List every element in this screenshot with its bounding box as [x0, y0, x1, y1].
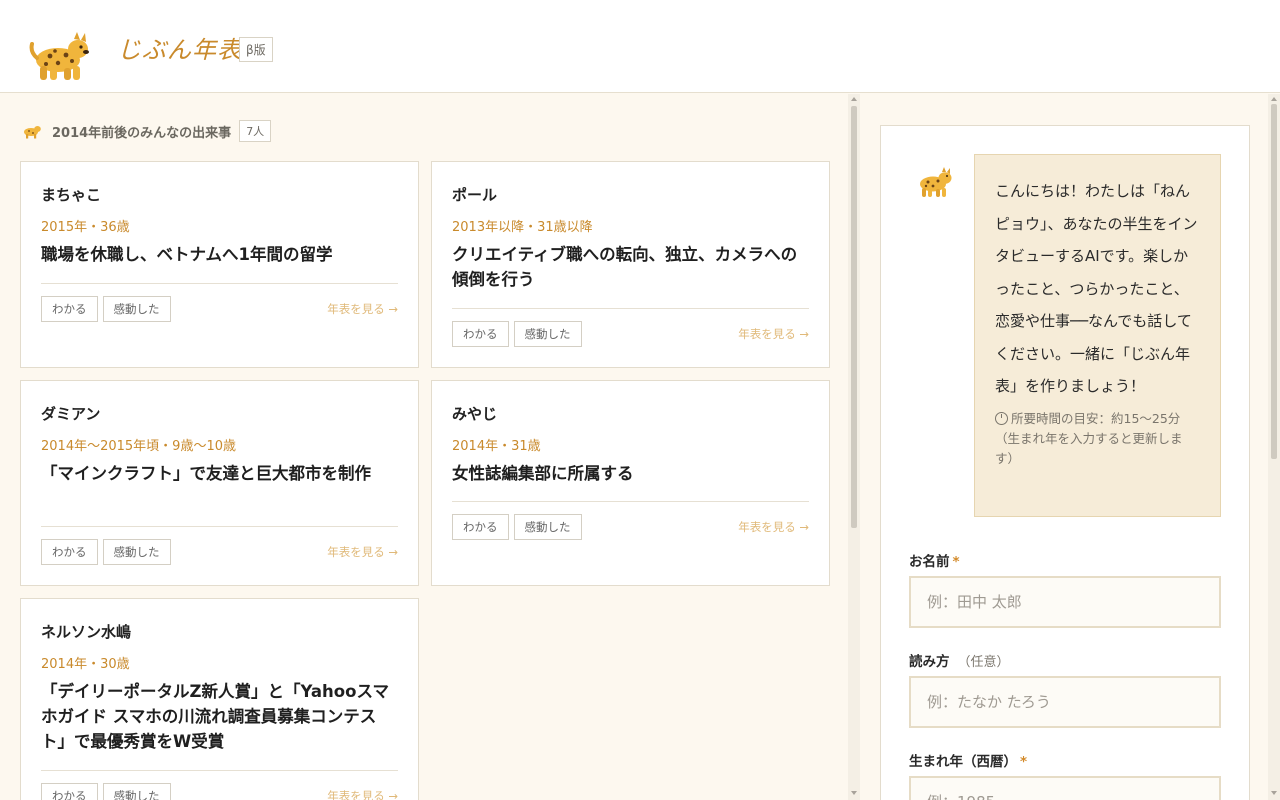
- app-header: じぶん年表 β版: [0, 0, 1280, 93]
- event-card: まちゃこ 2015年・36歳 職場を休職し、ベトナムへ1年間の留学 わかる 感動し…: [20, 161, 419, 368]
- greeting-text: こんにちは！わたしは「ねんピョウ」、あなたの半生をインタビューするAIです。楽し…: [995, 182, 1198, 395]
- left-scrollbar[interactable]: [848, 94, 860, 800]
- reading-label-text: 読み方: [909, 654, 950, 670]
- card-actions: わかる 感動した 年表を見る →: [452, 514, 809, 540]
- moved-button[interactable]: 感動した: [513, 321, 582, 347]
- card-author: まちゃこ: [41, 186, 102, 204]
- section-title: 2014年前後のみんなの出来事: [52, 125, 232, 141]
- moved-button[interactable]: 感動した: [102, 539, 171, 565]
- section-header: 2014年前後のみんなの出来事 7人: [22, 120, 272, 142]
- event-card: ネルソン水嶋 2014年・30歳 「デイリーポータルZ新人賞」と「Yahooスマ…: [20, 598, 419, 800]
- card-event: クリエイティブ職への転向、独立、カメラへの傾倒を行う: [452, 245, 798, 289]
- card-event: 「マインクラフト」で友達と巨大都市を制作: [41, 464, 371, 483]
- birth-year-label-text: 生まれ年（西暦）: [909, 754, 1017, 770]
- reading-input[interactable]: [909, 676, 1221, 728]
- name-input[interactable]: [909, 576, 1221, 628]
- card-event: 職場を休職し、ベトナムへ1年間の留学: [41, 245, 333, 264]
- optional-mark: （任意）: [957, 655, 1010, 670]
- birth-year-input[interactable]: [909, 776, 1221, 800]
- divider: [41, 770, 398, 771]
- reading-label: 読み方 （任意）: [909, 650, 1010, 670]
- time-estimate-note: 所要時間の目安：約15〜25分（生まれ年を入力すると更新します）: [995, 409, 1200, 469]
- people-count-badge: 7人: [239, 120, 272, 142]
- scroll-up-arrow-icon[interactable]: [851, 97, 857, 101]
- card-date: 2014年・30歳: [41, 657, 130, 672]
- clock-icon: [995, 411, 1008, 425]
- divider: [452, 501, 809, 502]
- divider: [41, 283, 398, 284]
- card-date: 2013年以降・31歳以降: [452, 220, 593, 235]
- greeting-bubble: こんにちは！わたしは「ねんピョウ」、あなたの半生をインタビューするAIです。楽し…: [974, 154, 1221, 517]
- scrollbar-thumb[interactable]: [851, 106, 857, 528]
- scrollbar-thumb[interactable]: [1271, 104, 1277, 459]
- understand-button[interactable]: わかる: [41, 539, 98, 565]
- interview-pane: こんにちは！わたしは「ねんピョウ」、あなたの半生をインタビューするAIです。楽し…: [862, 94, 1280, 800]
- moved-button[interactable]: 感動した: [102, 783, 171, 800]
- birth-year-label: 生まれ年（西暦） *: [909, 750, 1027, 770]
- card-actions: わかる 感動した 年表を見る →: [41, 539, 398, 565]
- understand-button[interactable]: わかる: [41, 783, 98, 800]
- event-card: ポール 2013年以降・31歳以降 クリエイティブ職への転向、独立、カメラへの傾…: [431, 161, 830, 368]
- event-card: ダミアン 2014年〜2015年頃・9歳〜10歳 「マインクラフト」で友達と巨大…: [20, 380, 419, 586]
- card-author: ダミアン: [41, 405, 101, 423]
- right-scrollbar[interactable]: [1268, 94, 1280, 800]
- scroll-down-arrow-icon[interactable]: [1271, 791, 1277, 795]
- name-label: お名前 *: [909, 550, 960, 570]
- card-event: 「デイリーポータルZ新人賞」と「Yahooスマホガイド スマホの川流れ調査員募集…: [41, 682, 389, 751]
- view-timeline-link[interactable]: 年表を見る →: [738, 519, 809, 535]
- cheetah-icon[interactable]: [28, 30, 94, 82]
- divider: [452, 308, 809, 309]
- scroll-up-arrow-icon[interactable]: [1271, 97, 1277, 101]
- card-date: 2014年・31歳: [452, 439, 541, 454]
- cheetah-icon: [24, 126, 41, 139]
- card-date: 2014年〜2015年頃・9歳〜10歳: [41, 439, 236, 454]
- understand-button[interactable]: わかる: [452, 514, 509, 540]
- view-timeline-link[interactable]: 年表を見る →: [327, 788, 398, 800]
- cheetah-icon: [920, 167, 952, 197]
- time-estimate-text: 所要時間の目安：約15〜25分（生まれ年を入力すると更新します）: [995, 410, 1183, 466]
- required-mark: *: [1020, 754, 1028, 770]
- card-author: ネルソン水嶋: [41, 623, 132, 641]
- scroll-down-arrow-icon[interactable]: [851, 791, 857, 795]
- app-title[interactable]: じぶん年表: [117, 30, 242, 65]
- understand-button[interactable]: わかる: [452, 321, 509, 347]
- interview-panel: こんにちは！わたしは「ねんピョウ」、あなたの半生をインタビューするAIです。楽し…: [880, 125, 1250, 800]
- card-actions: わかる 感動した 年表を見る →: [452, 321, 809, 347]
- view-timeline-link[interactable]: 年表を見る →: [738, 326, 809, 342]
- moved-button[interactable]: 感動した: [102, 296, 171, 322]
- beta-badge: β版: [239, 37, 273, 62]
- name-label-text: お名前: [909, 554, 950, 570]
- required-mark: *: [952, 554, 960, 570]
- card-date: 2015年・36歳: [41, 220, 130, 235]
- card-author: ポール: [452, 186, 498, 204]
- divider: [41, 526, 398, 527]
- card-author: みやじ: [452, 405, 498, 423]
- understand-button[interactable]: わかる: [41, 296, 98, 322]
- view-timeline-link[interactable]: 年表を見る →: [327, 301, 398, 317]
- event-card: みやじ 2014年・31歳 女性誌編集部に所属する わかる 感動した 年表を見る …: [431, 380, 830, 586]
- events-pane: 2014年前後のみんなの出来事 7人 まちゃこ 2015年・36歳 職場を休職し…: [0, 94, 848, 800]
- view-timeline-link[interactable]: 年表を見る →: [327, 544, 398, 560]
- card-event: 女性誌編集部に所属する: [452, 464, 634, 483]
- card-actions: わかる 感動した 年表を見る →: [41, 296, 398, 322]
- card-actions: わかる 感動した 年表を見る →: [41, 783, 398, 800]
- moved-button[interactable]: 感動した: [513, 514, 582, 540]
